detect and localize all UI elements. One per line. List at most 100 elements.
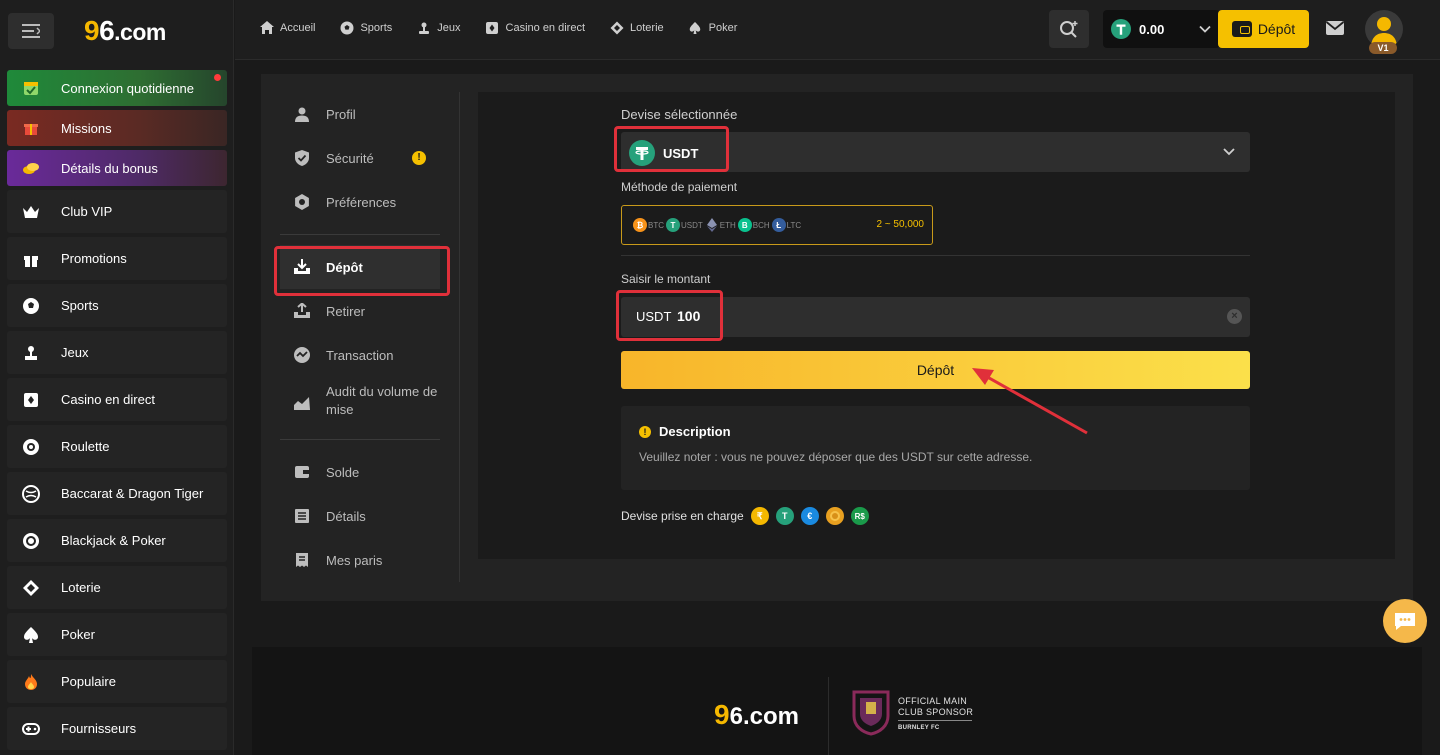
sidebar-item-label: Fournisseurs (61, 721, 137, 736)
amount-input[interactable]: USDT 100 × (621, 297, 1250, 337)
chat-bubble-icon (1395, 613, 1415, 630)
method-label: USDT (681, 220, 703, 230)
sidebar-item-label: Connexion quotidienne (61, 80, 194, 96)
account-menu-my-bets[interactable]: Mes paris (280, 538, 440, 582)
account-menu-balance[interactable]: Solde (280, 450, 440, 494)
bitcoin-icon: ₿ (633, 218, 647, 232)
sidebar-item-bonus-details[interactable]: Détails du bonus (7, 150, 227, 186)
wallet-balance-selector[interactable]: 0.00 (1103, 10, 1220, 48)
rupee-icon: ₹ (750, 507, 769, 525)
currency-select[interactable]: USDT (621, 132, 1250, 172)
menu-collapse-icon (22, 24, 40, 38)
sidebar-item-label: Blackjack & Poker (61, 533, 166, 548)
amount-value: 100 (677, 308, 701, 324)
sidebar-item-label: Promotions (61, 251, 127, 266)
sidebar-item-label: Baccarat & Dragon Tiger (61, 486, 204, 501)
sidebar-item-blackjack[interactable]: Blackjack & Poker (7, 519, 227, 562)
topnav-label: Accueil (280, 21, 316, 34)
chart-icon (292, 393, 312, 413)
site-logo[interactable]: 96.com (84, 15, 166, 47)
topnav-lottery[interactable]: Loterie (609, 20, 664, 35)
topnav-games[interactable]: Jeux (416, 20, 461, 35)
sidebar-item-games[interactable]: Jeux (7, 331, 227, 374)
sidebar-item-label: Missions (61, 120, 112, 136)
method-label: LTC (786, 220, 802, 230)
sidebar-item-promotions[interactable]: Promotions (7, 237, 227, 280)
account-menu-preferences[interactable]: Préférences (280, 180, 440, 224)
sidebar-item-label: Club VIP (61, 204, 113, 219)
gift-icon (21, 249, 41, 269)
receipt-icon (292, 550, 312, 570)
topnav-sports[interactable]: Sports (339, 20, 392, 35)
account-menu-label: Dépôt (326, 259, 363, 275)
sidebar-item-daily-login[interactable]: Connexion quotidienne (7, 70, 227, 106)
clear-icon[interactable]: × (1227, 309, 1242, 324)
sidebar-item-missions[interactable]: Missions (7, 110, 227, 146)
sponsor-club: BURNLEY FC (898, 725, 940, 731)
settings-icon (292, 192, 312, 212)
deposit-header-label: Dépôt (1257, 21, 1296, 37)
account-menu-label: Sécurité (326, 150, 374, 166)
sidebar-item-poker[interactable]: Poker (7, 613, 227, 656)
sidebar-item-providers[interactable]: Fournisseurs (7, 707, 227, 750)
gift-box-icon (21, 118, 41, 138)
account-menu-withdraw[interactable]: Retirer (280, 289, 440, 333)
top-nav: Accueil Sports Jeux Casino en direct Lot… (259, 20, 761, 35)
account-menu-deposit[interactable]: Dépôt (280, 245, 440, 289)
topnav-label: Casino en direct (505, 21, 586, 34)
search-icon (1060, 21, 1078, 38)
topnav-label: Loterie (630, 21, 664, 34)
ethereum-icon (705, 218, 719, 232)
sidebar-item-live-casino[interactable]: Casino en direct (7, 378, 227, 421)
live-chat-button[interactable] (1383, 599, 1427, 643)
sidebar-item-label: Casino en direct (61, 392, 155, 407)
account-menu-profile[interactable]: Profil (280, 92, 440, 136)
sidebar-item-sports[interactable]: Sports (7, 284, 227, 327)
account-menu-bet-audit[interactable]: Audit du volume de mise (280, 377, 440, 429)
sidebar-item-label: Loterie (61, 580, 101, 595)
deposit-header-button[interactable]: Dépôt (1218, 10, 1309, 48)
sidebar-item-vip[interactable]: Club VIP (7, 190, 227, 233)
notification-dot (214, 74, 221, 81)
real-icon: R$ (850, 507, 869, 525)
roulette-icon (21, 437, 41, 457)
sidebar-item-popular[interactable]: Populaire (7, 660, 227, 703)
mail-icon[interactable] (1325, 20, 1345, 36)
account-menu-label: Mes paris (326, 552, 383, 568)
ticket-icon (609, 20, 624, 35)
download-tray-icon (292, 257, 312, 277)
amount-label: Saisir le montant (621, 272, 711, 286)
soccer-ball-icon (339, 20, 354, 35)
vip-level-badge: V1 (1369, 42, 1397, 54)
user-icon (292, 104, 312, 124)
info-warning-icon: ! (639, 425, 651, 438)
gold-coin-icon (825, 507, 844, 525)
payment-method-label: Méthode de paiement (621, 180, 738, 194)
deposit-submit-button[interactable]: Dépôt (621, 351, 1250, 389)
footer: 96.com OFFICIAL MAIN CLUB SPONSOR BURNLE… (252, 647, 1422, 755)
footer-divider (828, 677, 829, 755)
footer-logo: 96.com (714, 699, 799, 730)
sidebar-item-baccarat[interactable]: Baccarat & Dragon Tiger (7, 472, 227, 515)
account-menu-details[interactable]: Détails (280, 494, 440, 538)
topnav-label: Sports (360, 21, 393, 34)
sidebar-item-lottery[interactable]: Loterie (7, 566, 227, 609)
account-menu-label: Audit du volume de mise (326, 384, 438, 417)
menu-toggle-button[interactable] (8, 13, 54, 49)
calendar-check-icon (21, 78, 41, 98)
account-menu-security[interactable]: Sécurité ! (280, 136, 440, 180)
topnav-home[interactable]: Accueil (259, 20, 315, 35)
account-menu-transaction[interactable]: Transaction (280, 333, 440, 377)
topnav-poker[interactable]: Poker (688, 20, 737, 35)
payment-method-option[interactable]: ₿ BTC T USDT ETH B BCH Ł LTC 2 ~ 50,000 (621, 205, 933, 245)
joystick-icon (21, 343, 41, 363)
search-button[interactable] (1049, 10, 1089, 48)
ticket-icon (21, 578, 41, 598)
topnav-live-casino[interactable]: Casino en direct (485, 20, 586, 35)
tether-icon (1111, 19, 1131, 39)
sidebar-item-roulette[interactable]: Roulette (7, 425, 227, 468)
account-menu-label: Préférences (326, 194, 397, 210)
poker-chip-icon (21, 531, 41, 551)
home-icon (259, 20, 274, 35)
deposit-form: Devise sélectionnée USDT Méthode de paie… (478, 92, 1395, 559)
